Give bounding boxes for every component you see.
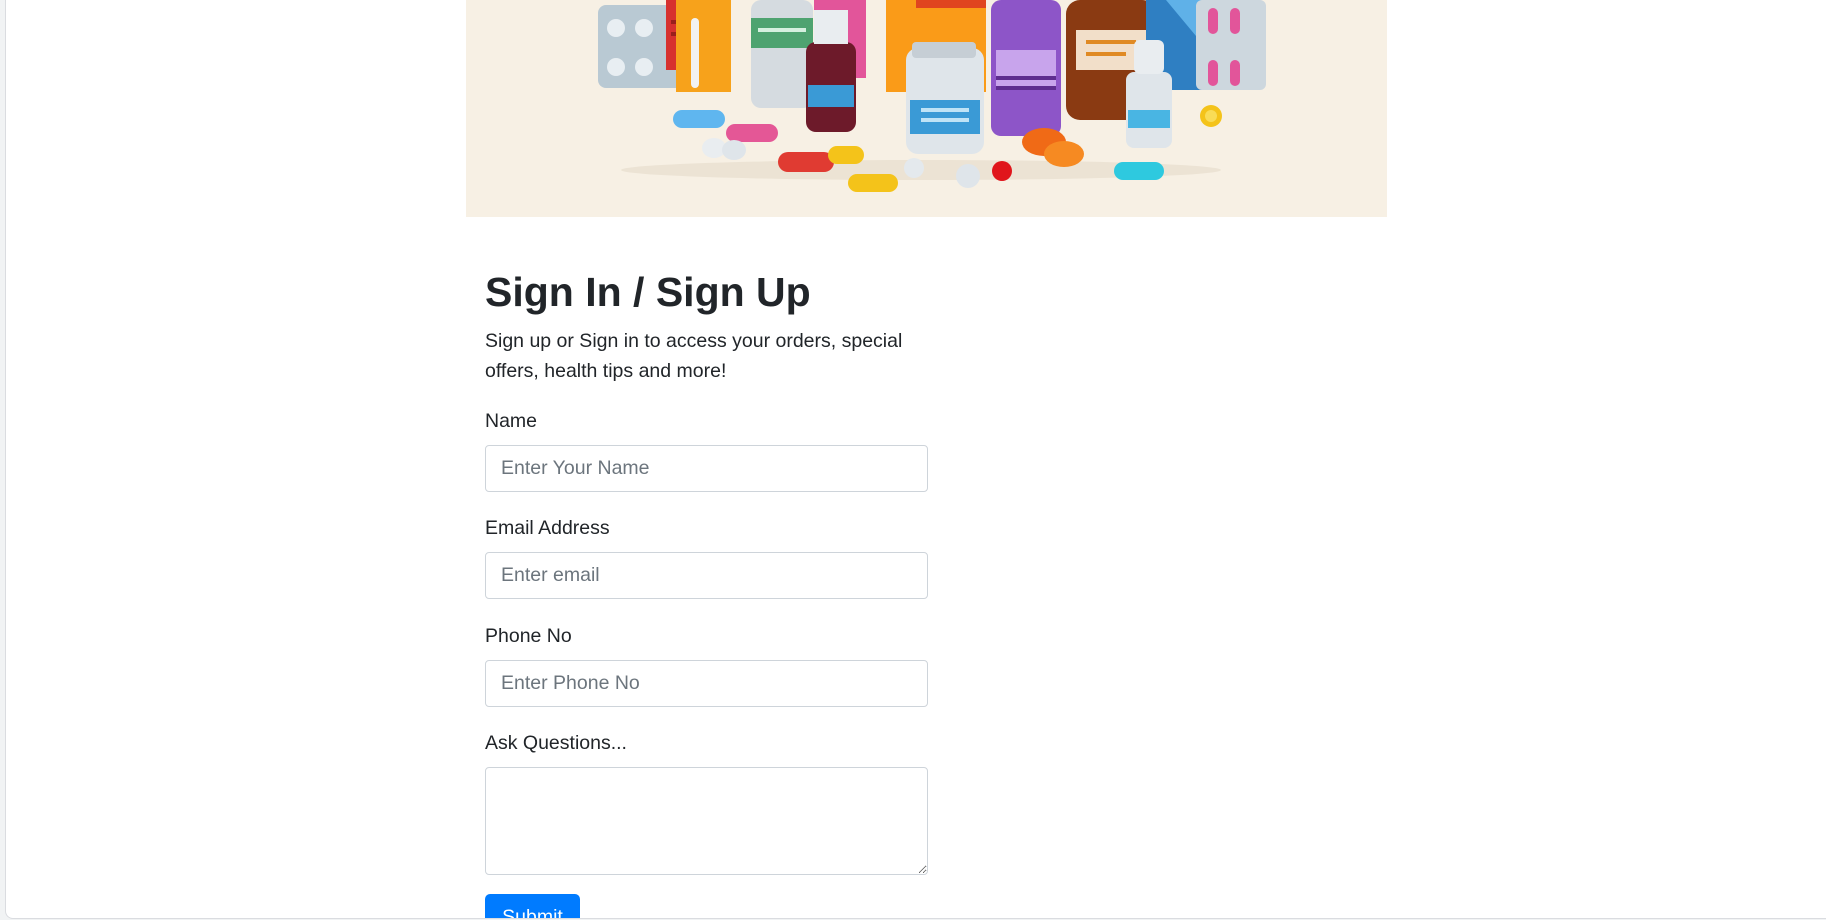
email-label: Email Address — [485, 517, 610, 539]
email-input[interactable] — [485, 552, 928, 599]
phone-input[interactable] — [485, 660, 928, 707]
medicine-illustration — [598, 0, 1266, 192]
name-label: Name — [485, 410, 538, 432]
submit-button[interactable]: Submit — [485, 894, 580, 918]
sign-in-form: Sign In / Sign Up Sign up or Sign in to … — [485, 266, 928, 918]
questions-textarea[interactable] — [485, 767, 928, 875]
hero-banner — [466, 0, 1387, 217]
phone-label: Phone No — [485, 625, 572, 647]
lead-text: Sign up or Sign in to access your orders… — [485, 330, 903, 382]
page-title: Sign In / Sign Up — [485, 269, 811, 315]
name-input[interactable] — [485, 445, 928, 492]
browser-viewport: Sign In / Sign Up Sign up or Sign in to … — [5, 0, 1826, 919]
questions-label: Ask Questions... — [485, 732, 627, 754]
